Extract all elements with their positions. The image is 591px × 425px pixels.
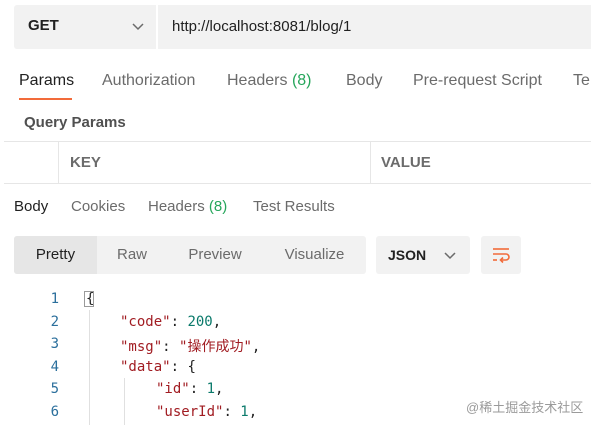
url-text: http://localhost:8081/blog/1 <box>172 18 352 35</box>
line-number: 1 <box>50 291 59 307</box>
active-tab-indicator <box>19 98 72 100</box>
column-header-key: KEY <box>70 154 101 171</box>
column-header-value: VALUE <box>381 154 431 171</box>
line-number: 3 <box>50 336 59 352</box>
indent-guide <box>124 378 125 425</box>
tab-pre-request-script[interactable]: Pre-request Script <box>413 72 542 90</box>
response-tab-body[interactable]: Body <box>14 198 48 215</box>
line-number: 2 <box>50 314 59 330</box>
code-line: "userId": 1, <box>156 404 258 420</box>
response-tab-test-results[interactable]: Test Results <box>253 198 335 215</box>
method-label: GET <box>28 17 59 34</box>
line-number: 4 <box>50 359 59 375</box>
format-label: JSON <box>388 247 427 263</box>
wrap-lines-icon <box>493 248 510 264</box>
response-tab-headers[interactable]: Headers (8) <box>148 198 227 215</box>
column-divider <box>370 141 371 184</box>
tab-body[interactable]: Body <box>346 72 382 90</box>
wrap-lines-button[interactable] <box>481 236 521 274</box>
url-input[interactable]: http://localhost:8081/blog/1 <box>158 5 591 49</box>
line-number: 5 <box>50 381 59 397</box>
tab-headers-count: (8) <box>291 72 312 89</box>
tab-params[interactable]: Params <box>19 72 74 90</box>
indent-guide <box>89 310 90 425</box>
query-params-title: Query Params <box>24 114 126 131</box>
response-tab-headers-count: (8) <box>208 198 228 215</box>
code-line: "id": 1, <box>156 381 224 397</box>
code-line: { <box>86 291 95 307</box>
view-raw-button[interactable]: Raw <box>97 236 167 274</box>
chevron-down-icon <box>444 252 456 260</box>
response-tab-headers-label: Headers <box>148 198 205 215</box>
method-select[interactable]: GET <box>14 5 156 49</box>
view-pretty-button[interactable]: Pretty <box>14 236 97 274</box>
view-mode-group: Pretty Raw Preview Visualize <box>14 236 366 274</box>
tab-authorization[interactable]: Authorization <box>102 72 195 90</box>
code-line: "msg": "操作成功", <box>120 339 261 355</box>
code-line: "data": { <box>120 359 196 375</box>
line-number: 6 <box>50 404 59 420</box>
column-divider <box>58 141 59 184</box>
view-visualize-button[interactable]: Visualize <box>263 236 366 274</box>
tab-headers-label: Headers <box>227 72 288 89</box>
tab-tests[interactable]: Te <box>573 72 590 90</box>
watermark: @稀土掘金技术社区 <box>466 400 584 415</box>
code-line: "code": 200, <box>120 314 222 330</box>
response-tab-cookies[interactable]: Cookies <box>71 198 125 215</box>
view-preview-button[interactable]: Preview <box>167 236 263 274</box>
chevron-down-icon <box>132 23 144 31</box>
tab-headers[interactable]: Headers (8) <box>227 72 312 90</box>
format-select[interactable]: JSON <box>376 236 470 274</box>
